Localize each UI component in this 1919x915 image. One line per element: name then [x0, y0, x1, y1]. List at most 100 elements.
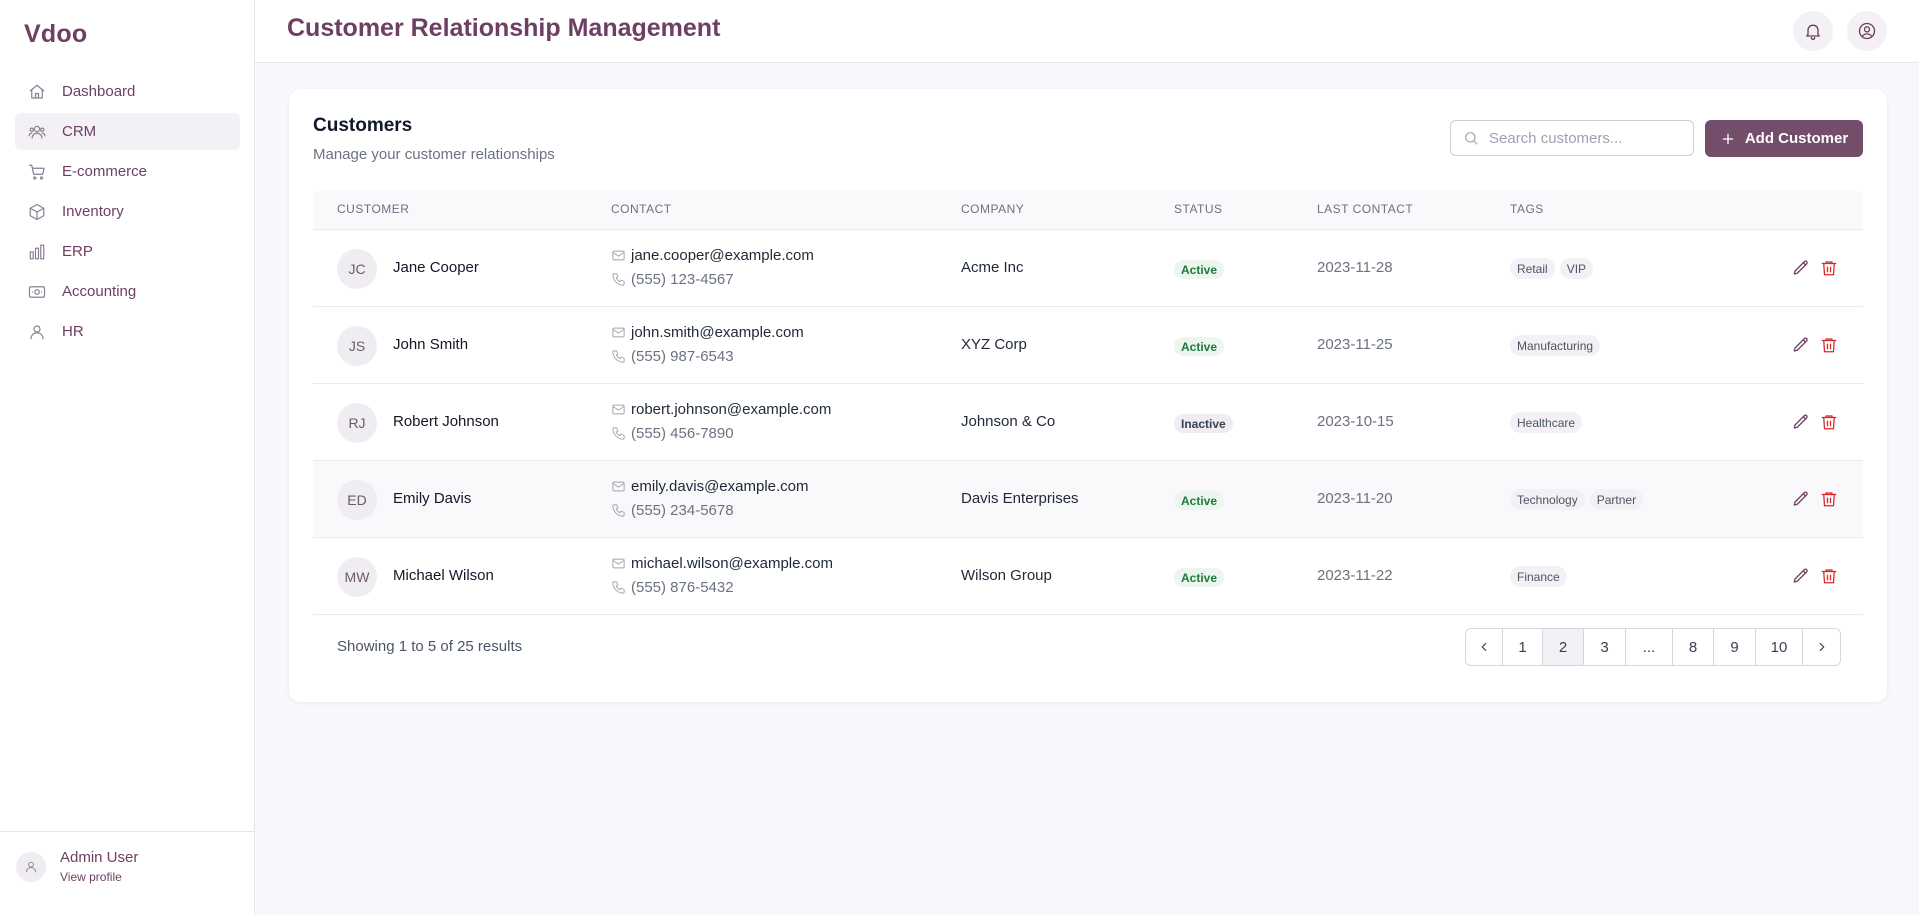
contact-email: john.smith@example.com	[611, 324, 804, 341]
search-input[interactable]	[1489, 129, 1689, 147]
brand-logo[interactable]: Vdoo	[24, 20, 87, 49]
customer-name: Michael Wilson	[393, 567, 494, 584]
last-contact-date: 2023-10-15	[1317, 413, 1394, 430]
page-button[interactable]: 8	[1673, 629, 1714, 665]
page-button-current[interactable]: 2	[1543, 629, 1584, 665]
contact-email: michael.wilson@example.com	[611, 555, 833, 572]
sidebar-item-erp[interactable]: ERP	[15, 233, 240, 270]
phone-text: (555) 876-5432	[631, 579, 734, 596]
user-icon	[25, 861, 37, 873]
sidebar-item-dashboard[interactable]: Dashboard	[15, 73, 240, 110]
sidebar-item-ecommerce[interactable]: E-commerce	[15, 153, 240, 190]
contact-phone: (555) 876-5432	[611, 579, 734, 596]
pagination: 1 2 3 ... 8 9 10	[1465, 628, 1841, 666]
mail-icon	[612, 404, 625, 415]
column-header-company: COMPANY	[961, 202, 1025, 216]
table-row[interactable]: RJ Robert Johnson robert.johnson@example…	[313, 384, 1863, 461]
sidebar-user-profile[interactable]: Admin User View profile	[0, 831, 254, 915]
page-button[interactable]: 1	[1503, 629, 1543, 665]
search-icon	[1465, 132, 1478, 145]
sidebar-item-accounting[interactable]: Accounting	[15, 273, 240, 310]
contact-phone: (555) 456-7890	[611, 425, 734, 442]
banknote-icon	[28, 283, 46, 301]
chevron-left-icon	[1481, 642, 1487, 652]
user-circle-icon	[1858, 22, 1876, 40]
delete-button[interactable]	[1819, 258, 1839, 278]
sidebar-item-label: HR	[62, 323, 84, 340]
phone-icon	[612, 273, 625, 286]
last-contact-date: 2023-11-22	[1317, 567, 1393, 584]
page-button[interactable]: 10	[1756, 629, 1803, 665]
status-badge: Inactive	[1174, 414, 1233, 433]
tag: Healthcare	[1510, 412, 1583, 433]
phone-icon	[612, 350, 625, 363]
next-page-button[interactable]	[1803, 629, 1840, 665]
avatar: RJ	[337, 403, 377, 443]
table-row[interactable]: ED Emily Davis emily.davis@example.com (…	[313, 461, 1863, 538]
edit-button[interactable]	[1791, 258, 1811, 278]
phone-icon	[612, 581, 625, 594]
email-text: jane.cooper@example.com	[631, 247, 814, 264]
add-customer-button[interactable]: Add Customer	[1705, 120, 1863, 157]
tag-list: Technology Partner	[1510, 489, 1648, 510]
last-contact-date: 2023-11-28	[1317, 259, 1393, 276]
avatar: MW	[337, 557, 377, 597]
pencil-icon	[1793, 568, 1808, 583]
top-header: Customer Relationship Management	[255, 0, 1919, 63]
page-button[interactable]: 3	[1584, 629, 1626, 665]
column-header-customer: CUSTOMER	[337, 202, 410, 216]
delete-button[interactable]	[1819, 489, 1839, 509]
table-row[interactable]: MW Michael Wilson michael.wilson@example…	[313, 538, 1863, 615]
edit-button[interactable]	[1791, 566, 1811, 586]
sidebar-item-label: Inventory	[62, 203, 124, 220]
chevron-right-icon	[1819, 642, 1824, 652]
sidebar-item-label: ERP	[62, 243, 93, 260]
section-subtitle: Manage your customer relationships	[313, 146, 555, 163]
contact-phone: (555) 234-5678	[611, 502, 734, 519]
tag-list: Healthcare	[1510, 412, 1587, 433]
tag: Technology	[1510, 489, 1585, 510]
user-menu-button[interactable]	[1847, 11, 1887, 51]
delete-button[interactable]	[1819, 412, 1839, 432]
sidebar-item-label: Dashboard	[62, 83, 136, 100]
bar-chart-icon	[28, 243, 46, 261]
phone-text: (555) 987-6543	[631, 348, 734, 365]
plus-icon	[1722, 133, 1734, 144]
phone-text: (555) 234-5678	[631, 502, 734, 519]
sidebar-item-inventory[interactable]: Inventory	[15, 193, 240, 230]
page-button[interactable]: 9	[1714, 629, 1756, 665]
sidebar-item-hr[interactable]: HR	[15, 313, 240, 350]
edit-button[interactable]	[1791, 412, 1811, 432]
table-row[interactable]: JS John Smith john.smith@example.com (55…	[313, 307, 1863, 384]
pencil-icon	[1793, 337, 1808, 352]
page-ellipsis: ...	[1626, 629, 1673, 665]
column-header-tags: TAGS	[1510, 202, 1544, 216]
delete-button[interactable]	[1819, 335, 1839, 355]
avatar: JC	[337, 249, 377, 289]
company-name: Johnson & Co	[961, 413, 1056, 430]
delete-button[interactable]	[1819, 566, 1839, 586]
email-text: john.smith@example.com	[631, 324, 804, 341]
box-icon	[28, 203, 46, 221]
previous-page-button[interactable]	[1466, 629, 1503, 665]
sidebar-item-crm[interactable]: CRM	[15, 113, 240, 150]
trash-icon	[1821, 415, 1837, 430]
user-icon	[28, 323, 46, 341]
tag: Manufacturing	[1510, 335, 1601, 356]
edit-button[interactable]	[1791, 335, 1811, 355]
status-badge: Active	[1174, 337, 1225, 356]
column-header-contact: CONTACT	[611, 202, 672, 216]
search-box[interactable]	[1450, 120, 1694, 156]
view-profile-link[interactable]: View profile	[60, 870, 122, 884]
avatar: JS	[337, 326, 377, 366]
column-header-last-contact: LAST CONTACT	[1317, 202, 1414, 216]
avatar: ED	[337, 480, 377, 520]
edit-button[interactable]	[1791, 489, 1811, 509]
table-row[interactable]: JC Jane Cooper jane.cooper@example.com (…	[313, 230, 1863, 307]
notifications-button[interactable]	[1793, 11, 1833, 51]
trash-icon	[1821, 492, 1837, 507]
contact-phone: (555) 123-4567	[611, 271, 734, 288]
pencil-icon	[1793, 491, 1808, 506]
contact-email: emily.davis@example.com	[611, 478, 809, 495]
tag: Partner	[1589, 489, 1644, 510]
